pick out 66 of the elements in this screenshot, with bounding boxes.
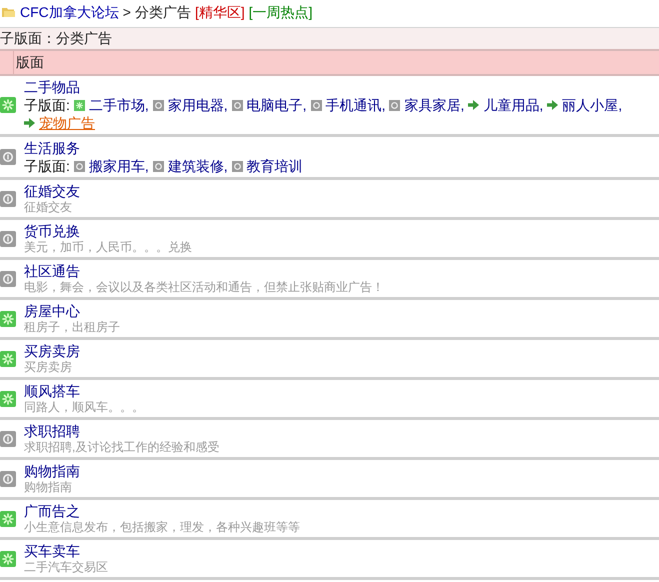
no-new-posts-icon: [232, 160, 243, 172]
arrow-icon: [24, 118, 35, 128]
board-description: 二手汽车交易区: [24, 560, 108, 575]
home-link[interactable]: CFC加拿大论坛: [20, 2, 119, 22]
subboard-link[interactable]: 家用电器,: [168, 96, 228, 114]
board-link[interactable]: [精华区]: [194, 2, 245, 22]
board-title-link[interactable]: 二手物品: [24, 78, 659, 96]
board-description: 同路人，顺风车。。。: [24, 400, 144, 415]
board-description: 电影，舞会，会议以及各类社区活动和通告，但禁止张贴商业广告！: [24, 280, 384, 295]
new-posts-icon: [74, 100, 85, 110]
subboard-link[interactable]: 儿童用品,: [483, 96, 544, 114]
current-board: 分类广告: [134, 2, 191, 22]
arrow-icon: [547, 100, 558, 110]
new-posts-icon: [0, 310, 16, 326]
no-new-posts-icon: [0, 190, 16, 206]
board-title-link[interactable]: 求职招聘: [24, 422, 220, 440]
board-link[interactable]: [一周热点]: [248, 2, 313, 22]
board-title-link[interactable]: 购物指南: [24, 462, 80, 480]
board-title-link[interactable]: 广而告之: [24, 502, 300, 520]
subboard-link[interactable]: 搬家用车,: [88, 157, 149, 175]
new-posts-icon: [0, 510, 16, 526]
no-new-posts-icon: [0, 230, 16, 246]
subboard-link[interactable]: 手机通讯,: [326, 96, 386, 114]
subboard-link[interactable]: 教育培训: [246, 157, 303, 175]
board-title-link[interactable]: 买车卖车: [24, 542, 108, 560]
no-new-posts-icon: [0, 430, 16, 446]
new-posts-icon: [0, 97, 16, 113]
board-description: 小生意信息发布，包括搬家，理发，各种兴趣班等等: [24, 520, 300, 535]
board-description: 买房卖房: [24, 360, 73, 375]
no-new-posts-icon: [0, 470, 16, 486]
board-title-link[interactable]: 征婚交友: [24, 182, 80, 200]
board-title-link[interactable]: 顺风搭车: [24, 382, 144, 400]
board-title-link[interactable]: 社区通告: [24, 262, 384, 280]
new-posts-icon: [0, 350, 16, 366]
subboard-link[interactable]: 电脑电子,: [246, 96, 307, 114]
subboard-link[interactable]: 家具家居,: [404, 96, 464, 114]
subboard-link[interactable]: 建筑装修,: [168, 157, 228, 175]
new-posts-icon: [0, 550, 16, 566]
board-description: 美元，加币，人民币。。。兑换: [24, 240, 192, 255]
board-description: 求职招聘,及讨论找工作的经验和感受: [24, 440, 220, 455]
no-new-posts-icon: [232, 100, 243, 110]
board-description: 租房子，出租房子: [24, 320, 120, 335]
board-title-link[interactable]: 买房卖房: [24, 342, 80, 360]
no-new-posts-icon: [310, 100, 322, 110]
subboard-link[interactable]: 丽人小屋,: [562, 96, 622, 114]
board-title-link[interactable]: 生活服务: [24, 139, 307, 157]
subboard-label: 子版面:: [24, 96, 70, 114]
no-new-posts-icon: [0, 270, 16, 286]
no-new-posts-icon: [152, 100, 164, 110]
column-header: 版面: [15, 53, 44, 72]
breadcrumb-separator: >: [122, 2, 131, 22]
no-new-posts-icon: [389, 100, 400, 110]
subboard-label: 子版面:: [24, 157, 70, 175]
subboard-link[interactable]: 二手市场,: [88, 96, 149, 114]
board-title-link[interactable]: 房屋中心: [24, 302, 120, 320]
subtitle: 子版面：分类广告: [0, 29, 112, 48]
subboard-link[interactable]: 宠物广告: [39, 114, 95, 132]
folder-icon: [2, 5, 16, 19]
arrow-icon: [468, 100, 480, 110]
no-new-posts-icon: [0, 149, 16, 165]
no-new-posts-icon: [152, 160, 164, 172]
board-description: 购物指南: [24, 480, 73, 495]
board-title-link[interactable]: 货币兑换: [24, 222, 192, 240]
new-posts-icon: [0, 390, 16, 406]
no-new-posts-icon: [74, 160, 85, 172]
board-description: 征婚交友: [24, 200, 73, 215]
